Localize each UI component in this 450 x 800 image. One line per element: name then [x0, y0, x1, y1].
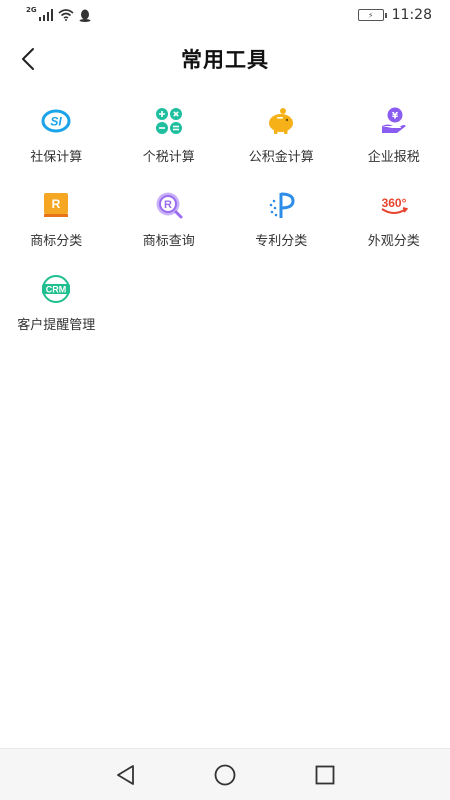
qq-icon: [79, 9, 91, 22]
signal-icon: [38, 9, 53, 21]
tool-label: 公积金计算: [248, 150, 314, 165]
nav-recents-button[interactable]: [310, 760, 340, 790]
hand-coin-icon: ¥: [381, 107, 406, 133]
network-type: 2G: [26, 6, 37, 14]
tool-label: 专利分类: [255, 234, 308, 249]
nav-home-button[interactable]: [210, 760, 240, 790]
status-left: 2G: [26, 6, 91, 22]
social-security-icon: SI: [41, 109, 71, 133]
tool-trademark-search[interactable]: R 商标查询: [113, 184, 226, 268]
recents-square-icon: [315, 765, 335, 784]
status-right: ⚡ 11:28: [357, 7, 432, 23]
360-view-icon: 360°: [381, 196, 409, 214]
tool-enterprise-tax[interactable]: ¥ 企业报税: [338, 100, 450, 184]
tool-label: 商标查询: [142, 234, 195, 249]
back-arrow-icon: [22, 48, 34, 70]
svg-text:¥: ¥: [392, 112, 399, 122]
piggy-bank-icon: [269, 108, 294, 134]
battery-icon: ⚡: [357, 9, 387, 21]
tool-appearance-classification[interactable]: 360° 外观分类: [338, 184, 450, 268]
tool-patent-classification[interactable]: 专利分类: [225, 184, 338, 268]
tool-social-security[interactable]: SI 社保计算: [0, 100, 113, 184]
patent-icon: [269, 192, 295, 218]
tool-label: 外观分类: [367, 234, 420, 249]
svg-text:R: R: [164, 199, 172, 211]
tool-label: 客户提醒管理: [17, 318, 96, 333]
trademark-book-icon: R: [44, 193, 69, 217]
tool-customer-reminder[interactable]: CRM 客户提醒管理: [0, 268, 113, 352]
tool-label: 企业报税: [367, 150, 420, 165]
wifi-icon: [58, 9, 74, 21]
crm-icon: CRM: [42, 275, 71, 303]
tool-trademark-classification[interactable]: R 商标分类: [0, 184, 113, 268]
tool-housing-fund[interactable]: 公积金计算: [225, 100, 338, 184]
system-nav-bar: [0, 748, 450, 800]
tool-tax-calculator[interactable]: 个税计算: [113, 100, 226, 184]
svg-text:CRM: CRM: [46, 285, 67, 295]
status-bar: 2G ⚡ 11:28: [0, 0, 450, 30]
tool-label: 社保计算: [30, 150, 83, 165]
svg-text:360°: 360°: [381, 196, 406, 210]
page-title: 常用工具: [181, 48, 269, 72]
tool-label: 商标分类: [30, 234, 83, 249]
tools-grid: SI 社保计算 个税计算 公积金计算 ¥ 企业报税 R 商标分类 R 商标查询 …: [0, 100, 450, 352]
back-triangle-icon: [117, 764, 134, 785]
back-button[interactable]: [14, 44, 42, 74]
header: 常用工具: [0, 36, 450, 82]
svg-text:SI: SI: [51, 115, 63, 129]
svg-text:R: R: [52, 197, 61, 211]
home-circle-icon: [214, 764, 236, 785]
tool-label: 个税计算: [142, 150, 195, 165]
status-time: 11:28: [391, 7, 432, 23]
nav-back-button[interactable]: [110, 760, 140, 790]
tax-calculator-icon: [155, 108, 182, 134]
trademark-search-icon: R: [156, 192, 183, 219]
